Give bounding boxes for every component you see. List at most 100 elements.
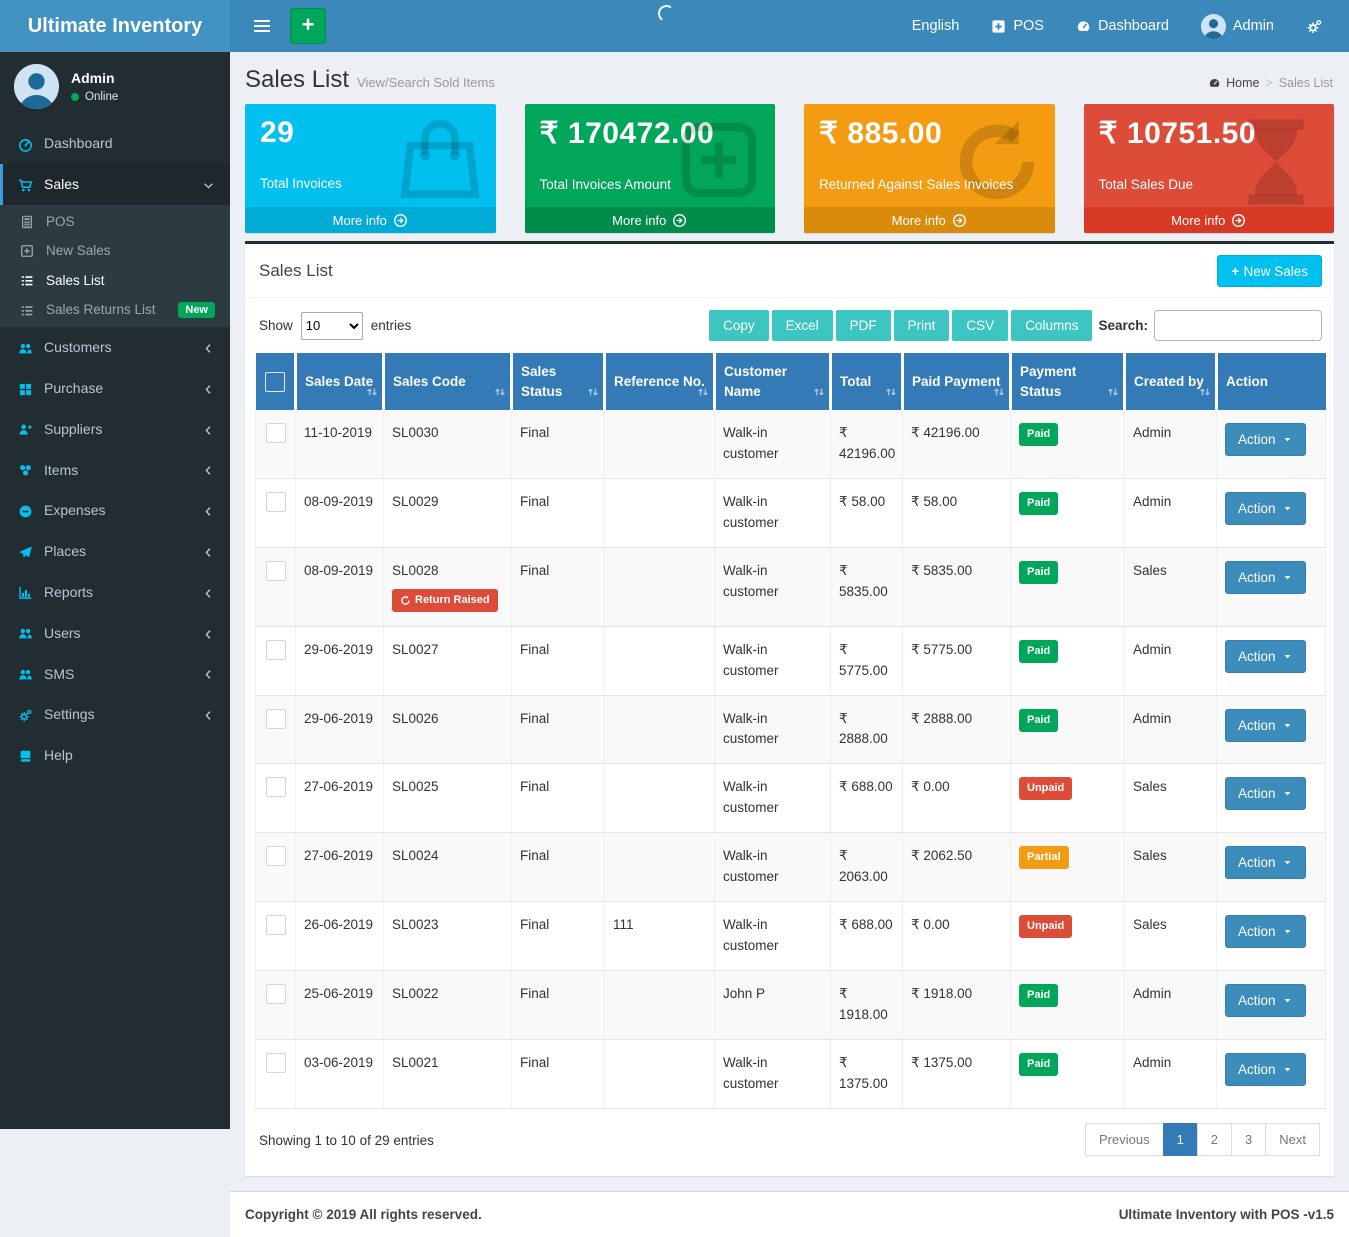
export-copy-button[interactable]: Copy — [709, 310, 769, 341]
quick-add-button[interactable]: + — [290, 8, 326, 44]
col-paid-payment[interactable]: Paid Payment — [903, 353, 1011, 410]
row-checkbox[interactable] — [266, 423, 286, 443]
action-button[interactable]: Action — [1225, 709, 1306, 742]
export-pdf-button[interactable]: PDF — [836, 310, 891, 341]
breadcrumb-home-link[interactable]: Home — [1208, 76, 1259, 90]
user-menu[interactable]: Admin — [1185, 0, 1290, 52]
action-button[interactable]: Action — [1225, 984, 1306, 1017]
cell-sales-date: 08-09-2019 — [296, 547, 384, 626]
sidebar-item-suppliers[interactable]: Suppliers — [0, 409, 230, 450]
calculator-icon — [20, 214, 46, 229]
export-excel-button[interactable]: Excel — [772, 310, 833, 341]
col-payment-status[interactable]: Payment Status — [1011, 353, 1125, 410]
sort-icon — [696, 382, 710, 402]
action-button[interactable]: Action — [1225, 846, 1306, 879]
caret-down-icon — [1282, 995, 1293, 1006]
table-header-row: Sales Date Sales Code Sales Status Refer… — [256, 353, 1326, 410]
select-all-checkbox[interactable] — [265, 372, 285, 392]
sidebar-item-dashboard[interactable]: Dashboard — [0, 123, 230, 164]
cell-action: Action — [1217, 902, 1326, 971]
export-print-button[interactable]: Print — [894, 310, 950, 341]
sidebar-item-sales[interactable]: Sales — [0, 164, 230, 205]
new-badge: New — [178, 302, 215, 318]
row-checkbox[interactable] — [266, 846, 286, 866]
sidebar-item-items[interactable]: Items — [0, 449, 230, 490]
pagination-page-1[interactable]: 1 — [1163, 1123, 1198, 1156]
action-button[interactable]: Action — [1225, 915, 1306, 948]
page-footer: Copyright © 2019 All rights reserved. Ul… — [230, 1191, 1349, 1237]
export-columns-button[interactable]: Columns — [1011, 310, 1092, 341]
sidebar-toggle-button[interactable] — [240, 0, 284, 52]
sidebar-item-places[interactable]: Places — [0, 531, 230, 572]
settings-gears-button[interactable] — [1290, 0, 1339, 52]
action-button[interactable]: Action — [1225, 777, 1306, 810]
sidebar-item-settings[interactable]: Settings — [0, 694, 230, 735]
plus-square-icon — [991, 18, 1006, 34]
sidebar-item-sms[interactable]: SMS — [0, 653, 230, 694]
return-raised-badge: Return Raised — [392, 589, 498, 612]
row-checkbox[interactable] — [266, 915, 286, 935]
app-logo[interactable]: Ultimate Inventory — [0, 0, 230, 52]
sidebar-item-purchase[interactable]: Purchase — [0, 368, 230, 409]
col-total[interactable]: Total — [831, 353, 903, 410]
cell-total: ₹ 58.00 — [831, 478, 903, 547]
action-button[interactable]: Action — [1225, 561, 1306, 594]
sidebar-user-status[interactable]: Online — [71, 91, 118, 103]
row-checkbox[interactable] — [266, 1053, 286, 1073]
caret-down-icon — [1282, 1064, 1293, 1075]
pagination-page-3[interactable]: 3 — [1231, 1123, 1266, 1156]
infobox-label: Returned Against Sales Invoices — [819, 177, 1040, 192]
sidebar-item-sales-returns-list[interactable]: Sales Returns ListNew — [0, 295, 230, 325]
action-button[interactable]: Action — [1225, 640, 1306, 673]
nav-dashboard-link[interactable]: Dashboard — [1060, 0, 1185, 52]
export-csv-button[interactable]: CSV — [952, 310, 1008, 341]
search-input[interactable] — [1154, 310, 1322, 341]
col-sales-status[interactable]: Sales Status — [512, 353, 605, 410]
row-checkbox[interactable] — [266, 640, 286, 660]
row-checkbox[interactable] — [266, 561, 286, 581]
cell-action: Action — [1217, 833, 1326, 902]
cell-paid-payment: ₹ 5835.00 — [903, 547, 1011, 626]
caret-down-icon — [1282, 720, 1293, 731]
col-customer-name[interactable]: Customer Name — [715, 353, 831, 410]
cell-action: Action — [1217, 626, 1326, 695]
more-info-link[interactable]: More info — [804, 207, 1055, 233]
sidebar-item-help[interactable]: Help — [0, 735, 230, 776]
cell-paid-payment: ₹ 5775.00 — [903, 626, 1011, 695]
page-length-select[interactable]: 10 — [301, 312, 363, 340]
action-button[interactable]: Action — [1225, 1053, 1306, 1086]
sidebar-item-users[interactable]: Users — [0, 612, 230, 653]
new-sales-button[interactable]: +New Sales — [1217, 255, 1322, 287]
sidebar-item-expenses[interactable]: Expenses — [0, 490, 230, 531]
sidebar-item-reports[interactable]: Reports — [0, 572, 230, 613]
more-info-link[interactable]: More info — [1084, 207, 1335, 233]
sidebar-menu: DashboardSalesPOSNew SalesSales ListSale… — [0, 123, 230, 776]
language-menu[interactable]: English — [896, 0, 976, 52]
pagination-next-button[interactable]: Next — [1265, 1123, 1320, 1156]
col-sales-date[interactable]: Sales Date — [296, 353, 384, 410]
sidebar-item-customers[interactable]: Customers — [0, 327, 230, 368]
sidebar-item-sales-list[interactable]: Sales List — [0, 265, 230, 294]
table-row: 29-06-2019 SL0026 Final Walk-in customer… — [256, 695, 1326, 764]
cell-reference-no — [605, 626, 715, 695]
cell-total: ₹ 2063.00 — [831, 833, 903, 902]
cell-payment-status: Unpaid — [1011, 902, 1125, 971]
select-all-header[interactable] — [256, 353, 296, 410]
col-reference-no[interactable]: Reference No. — [605, 353, 715, 410]
row-checkbox[interactable] — [266, 777, 286, 797]
nav-pos-link[interactable]: POS — [975, 0, 1060, 52]
more-info-link[interactable]: More info — [245, 207, 496, 233]
sidebar-item-pos[interactable]: POS — [0, 207, 230, 236]
col-created-by[interactable]: Created by — [1125, 353, 1217, 410]
circle-arrow-icon — [672, 212, 687, 228]
pagination-page-2[interactable]: 2 — [1197, 1123, 1232, 1156]
more-info-link[interactable]: More info — [525, 207, 776, 233]
row-checkbox[interactable] — [266, 984, 286, 1004]
pagination-previous-button[interactable]: Previous — [1085, 1123, 1164, 1156]
action-button[interactable]: Action — [1225, 423, 1306, 456]
row-checkbox[interactable] — [266, 709, 286, 729]
action-button[interactable]: Action — [1225, 492, 1306, 525]
col-sales-code[interactable]: Sales Code — [384, 353, 512, 410]
row-checkbox[interactable] — [266, 492, 286, 512]
sidebar-item-new-sales[interactable]: New Sales — [0, 236, 230, 265]
